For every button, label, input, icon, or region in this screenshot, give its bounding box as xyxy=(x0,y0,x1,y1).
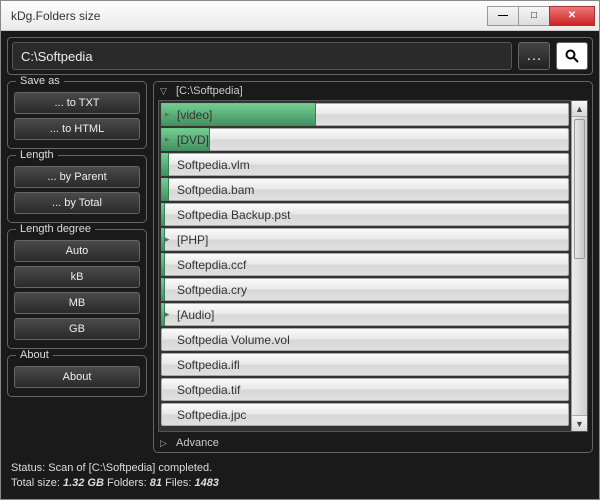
about-group: About About xyxy=(7,355,147,397)
list-item[interactable]: ▸[Audio] xyxy=(161,303,569,326)
item-label: Softpedia.jpc xyxy=(161,408,246,422)
item-label: Softpedia.tif xyxy=(161,383,240,397)
about-button[interactable]: About xyxy=(14,366,140,388)
scroll-thumb[interactable] xyxy=(574,119,585,259)
status-line-2: Total size: 1.32 GB Folders: 81 Files: 1… xyxy=(11,476,589,491)
item-label: [Audio] xyxy=(161,308,214,322)
window-title: kDg.Folders size xyxy=(1,9,488,23)
list-item[interactable]: Softpedia.tif xyxy=(161,378,569,401)
list-item[interactable]: Softpedia.bam xyxy=(161,178,569,201)
scan-button[interactable] xyxy=(556,42,588,70)
item-label: Softpedia.cry xyxy=(161,283,247,297)
scroll-up-icon[interactable]: ▲ xyxy=(572,101,587,117)
status-line-1: Status: Scan of [C:\Softpedia] completed… xyxy=(11,461,589,476)
item-label: Softpedia Backup.pst xyxy=(161,208,290,222)
list-item[interactable]: Softpedia.vlm xyxy=(161,153,569,176)
item-label: Softpedia.vlm xyxy=(161,158,250,172)
item-label: [video] xyxy=(161,108,212,122)
length-parent-button[interactable]: ... by Parent xyxy=(14,166,140,188)
minimize-icon: — xyxy=(498,10,508,21)
list-item[interactable]: Softpedia.cry xyxy=(161,278,569,301)
item-label: Softpedia.bam xyxy=(161,183,254,197)
list-item[interactable]: Softepdia.ccf xyxy=(161,253,569,276)
list-item[interactable]: Softpedia.jpc xyxy=(161,403,569,426)
item-label: [PHP] xyxy=(161,233,208,247)
main-header-text: [C:\Softpedia] xyxy=(176,85,243,97)
save-as-title: Save as xyxy=(16,75,64,87)
folders-value: 81 xyxy=(150,477,162,489)
ellipsis-icon: … xyxy=(526,47,542,65)
path-bar-container: C:\Softpedia … xyxy=(7,37,593,75)
close-icon: ✕ xyxy=(568,10,576,21)
path-text: C:\Softpedia xyxy=(21,49,93,64)
folder-list: ▸[video]▸[DVD] Softpedia.vlm Softpedia.bam… xyxy=(159,101,571,431)
list-item[interactable]: Softpedia Volume.vol xyxy=(161,328,569,351)
about-title: About xyxy=(16,349,53,361)
list-item[interactable]: Softpedia.ifl xyxy=(161,353,569,376)
maximize-icon: □ xyxy=(531,10,537,21)
row-background xyxy=(161,128,569,151)
magnifier-icon xyxy=(564,48,580,64)
list-container: ▸[video]▸[DVD] Softpedia.vlm Softpedia.bam… xyxy=(158,100,588,432)
browse-button[interactable]: … xyxy=(518,42,550,70)
maximize-button[interactable]: □ xyxy=(518,6,550,26)
save-txt-button[interactable]: ... to TXT xyxy=(14,92,140,114)
row-background xyxy=(161,228,569,251)
item-label: [DVD] xyxy=(161,133,209,147)
row-background xyxy=(161,303,569,326)
sidebar: Save as ... to TXT ... to HTML Length ..… xyxy=(7,81,147,453)
total-size-value: 1.32 GB xyxy=(63,477,104,489)
scroll-down-icon[interactable]: ▼ xyxy=(572,415,587,431)
length-title: Length xyxy=(16,149,58,161)
status-bar: Status: Scan of [C:\Softpedia] completed… xyxy=(7,459,593,493)
length-total-button[interactable]: ... by Total xyxy=(14,192,140,214)
item-label: Softepdia.ccf xyxy=(161,258,246,272)
client-area: C:\Softpedia … Save as ... to TXT ... to… xyxy=(1,31,599,499)
length-degree-group: Length degree Auto kB MB GB xyxy=(7,229,147,349)
main-panel: ▽ [C:\Softpedia] ▸[video]▸[DVD] Softpedia… xyxy=(153,81,593,453)
list-item[interactable]: ▸[DVD] xyxy=(161,128,569,151)
files-value: 1483 xyxy=(194,477,218,489)
main-header[interactable]: ▽ [C:\Softpedia] xyxy=(154,82,592,100)
item-label: Softpedia Volume.vol xyxy=(161,333,290,347)
list-item[interactable]: Softpedia Backup.pst xyxy=(161,203,569,226)
advance-bar[interactable]: ▷ Advance xyxy=(154,434,592,452)
item-label: Softpedia.ifl xyxy=(161,358,240,372)
collapse-icon: ▽ xyxy=(160,86,170,97)
minimize-button[interactable]: — xyxy=(487,6,519,26)
degree-kb-button[interactable]: kB xyxy=(14,266,140,288)
expand-icon: ▷ xyxy=(160,438,170,449)
advance-label: Advance xyxy=(176,437,219,449)
close-button[interactable]: ✕ xyxy=(549,6,595,26)
path-input[interactable]: C:\Softpedia xyxy=(12,42,512,70)
list-item[interactable]: ▸[video] xyxy=(161,103,569,126)
window-buttons: — □ ✕ xyxy=(488,6,595,26)
save-html-button[interactable]: ... to HTML xyxy=(14,118,140,140)
list-item[interactable]: ▸[PHP] xyxy=(161,228,569,251)
app-window: kDg.Folders size — □ ✕ C:\Softpedia … xyxy=(0,0,600,500)
length-group: Length ... by Parent ... by Total xyxy=(7,155,147,223)
save-as-group: Save as ... to TXT ... to HTML xyxy=(7,81,147,149)
length-degree-title: Length degree xyxy=(16,223,95,235)
middle-area: Save as ... to TXT ... to HTML Length ..… xyxy=(7,81,593,453)
degree-gb-button[interactable]: GB xyxy=(14,318,140,340)
degree-mb-button[interactable]: MB xyxy=(14,292,140,314)
scrollbar[interactable]: ▲ ▼ xyxy=(571,101,587,431)
degree-auto-button[interactable]: Auto xyxy=(14,240,140,262)
titlebar[interactable]: kDg.Folders size — □ ✕ xyxy=(1,1,599,31)
